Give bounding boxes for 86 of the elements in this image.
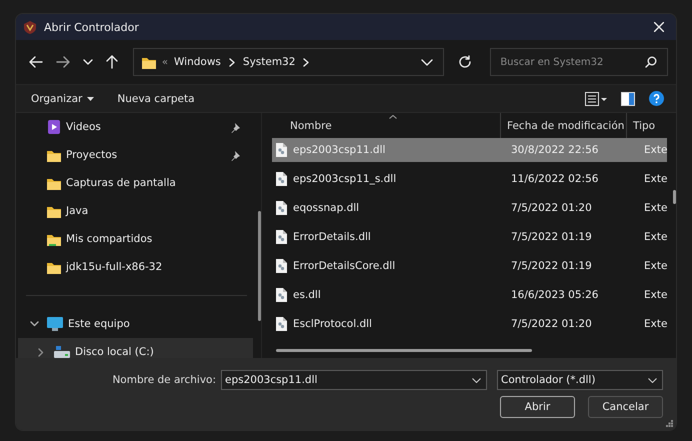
sidebar-item[interactable]: Videos (18, 113, 253, 141)
file-name: es.dll (293, 289, 321, 301)
app-icon (24, 20, 36, 34)
file-name: EsclProtocol.dll (293, 318, 372, 330)
window-title: Abrir Controlador (44, 20, 139, 34)
file-name: ErrorDetailsCore.dll (293, 260, 396, 272)
file-date: 7/5/2022 01:20 (510, 318, 593, 330)
file-type: Exte (643, 144, 668, 156)
file-name: ErrorDetails.dll (293, 231, 371, 243)
sidebar-item[interactable]: Capturas de pantalla (18, 169, 253, 197)
file-type-dropdown[interactable]: Controlador (*.dll) (497, 370, 663, 390)
folder-icon (47, 148, 61, 162)
file-date: 16/6/2023 05:26 (510, 289, 600, 301)
organize-button[interactable]: Organizar (24, 90, 102, 108)
video-icon (47, 120, 61, 134)
chevron-down-icon[interactable] (648, 378, 657, 382)
filename-field[interactable]: eps2003csp11.dll (221, 370, 487, 390)
sidebar-item[interactable]: jdk15u-full-x86-32 (18, 253, 253, 281)
search-field[interactable]: Buscar en System32 (490, 48, 668, 76)
breadcrumb[interactable]: Windows (174, 56, 221, 68)
file-date: 7/5/2022 01:19 (510, 231, 593, 243)
file-icon (276, 172, 287, 186)
file-date: 30/8/2022 22:56 (510, 144, 600, 156)
folder-icon (47, 260, 61, 274)
file-type: Exte (643, 231, 668, 243)
file-type: Exte (643, 173, 668, 185)
file-icon (276, 259, 287, 273)
help-icon[interactable] (649, 91, 664, 106)
scrollbar-thumb[interactable] (673, 190, 676, 204)
list-view-icon[interactable] (585, 92, 607, 106)
file-icon (276, 230, 287, 244)
breadcrumb[interactable]: System32 (242, 56, 296, 68)
file-row[interactable]: es.dll 16/6/2023 05:26 Exte (272, 283, 668, 307)
drive-icon (54, 346, 70, 358)
overflow-chevron[interactable]: « (162, 56, 168, 68)
folder-icon (47, 232, 61, 246)
file-row[interactable]: eps2003csp11.dll 30/8/2022 22:56 Exte (272, 138, 668, 162)
search-icon[interactable] (645, 56, 657, 68)
file-date: 7/5/2022 01:19 (510, 260, 593, 272)
search-input[interactable]: Buscar en System32 (498, 56, 645, 68)
file-row[interactable]: ErrorDetailsCore.dll 7/5/2022 01:19 Exte (272, 254, 668, 278)
chevron-down-icon[interactable] (472, 378, 481, 382)
chevron-down-icon[interactable] (30, 321, 38, 327)
file-row[interactable]: ErrorDetails.dll 7/5/2022 01:19 Exte (272, 225, 668, 249)
caret-icon (87, 96, 94, 100)
file-type: Exte (643, 260, 668, 272)
address-bar[interactable]: « Windows System32 (132, 48, 444, 76)
new-folder-button[interactable]: Nueva carpeta (110, 90, 202, 108)
tree-item[interactable]: Disco local (C:) (18, 338, 253, 358)
filename-input[interactable]: eps2003csp11.dll (225, 374, 472, 386)
file-name: eps2003csp11_s.dll (293, 173, 396, 185)
sidebar-item[interactable]: Java (18, 197, 253, 225)
cancel-button[interactable]: Cancelar (588, 396, 663, 418)
up-arrow-icon[interactable] (106, 55, 118, 69)
close-icon[interactable] (654, 22, 664, 32)
open-button[interactable]: Abrir (500, 396, 575, 418)
preview-pane-icon[interactable] (621, 92, 635, 106)
column-header[interactable]: Nombre (272, 113, 500, 138)
file-icon (276, 143, 287, 157)
back-arrow-icon[interactable] (29, 56, 43, 68)
file-date: 7/5/2022 01:20 (510, 202, 593, 214)
forward-arrow-icon[interactable] (56, 56, 70, 68)
folder-icon (47, 204, 61, 218)
scrollbar-thumb[interactable] (258, 211, 261, 321)
sidebar-item[interactable]: Proyectos (18, 141, 253, 169)
file-icon (276, 288, 287, 302)
filename-label: Nombre de archivo: (112, 374, 216, 386)
file-icon (276, 317, 287, 331)
tree-item[interactable]: Este equipo (18, 310, 253, 338)
file-name: eqossnap.dll (293, 202, 360, 214)
file-type: Exte (643, 289, 668, 301)
folder-icon (142, 56, 156, 68)
file-type: Exte (643, 318, 668, 330)
file-date: 11/6/2022 02:56 (510, 173, 600, 185)
file-row[interactable]: eps2003csp11_s.dll 11/6/2022 02:56 Exte (272, 167, 668, 191)
scrollbar-thumb[interactable] (276, 349, 532, 352)
file-row[interactable]: EsclProtocol.dll 7/5/2022 01:20 Exte (272, 312, 668, 336)
monitor-icon (47, 317, 63, 331)
file-name: eps2003csp11.dll (293, 144, 386, 156)
file-row[interactable]: eqossnap.dll 7/5/2022 01:20 Exte (272, 196, 668, 220)
file-type: Exte (643, 202, 668, 214)
file-icon (276, 201, 287, 215)
refresh-icon[interactable] (458, 55, 472, 69)
folder-icon (47, 176, 61, 190)
sidebar-item[interactable]: Mis compartidos (18, 225, 253, 253)
resize-grip-icon (666, 420, 673, 427)
